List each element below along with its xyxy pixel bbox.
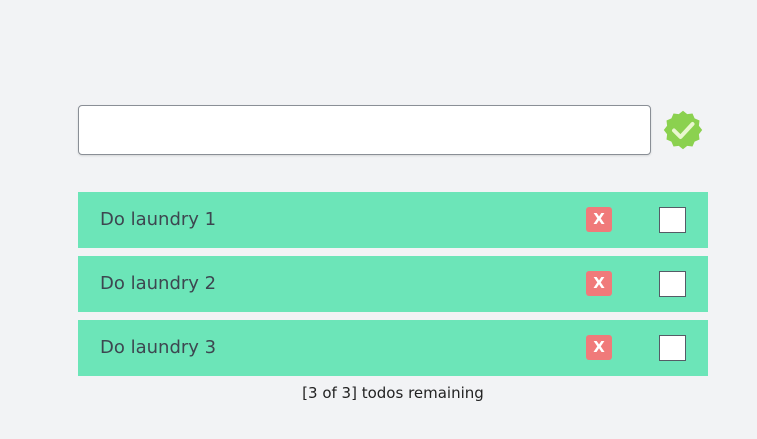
new-todo-row (78, 105, 708, 155)
todo-label: Do laundry 1 (100, 209, 217, 230)
todo-item: Do laundry 1 X (78, 192, 708, 248)
todo-list: Do laundry 1 X Do laundry 2 X Do laundry… (78, 192, 708, 384)
done-checkbox[interactable] (659, 271, 686, 297)
add-todo-button[interactable] (660, 107, 706, 153)
todo-item: Do laundry 3 X (78, 320, 708, 376)
delete-todo-button[interactable]: X (586, 335, 612, 360)
delete-todo-button[interactable]: X (586, 207, 612, 232)
check-badge-icon (663, 110, 703, 150)
done-checkbox[interactable] (659, 207, 686, 233)
todos-remaining-count: [3 of 3] todos remaining (302, 384, 484, 402)
todo-label: Do laundry 3 (100, 337, 217, 358)
delete-todo-button[interactable]: X (586, 271, 612, 296)
todo-label: Do laundry 2 (100, 273, 217, 294)
todo-item: Do laundry 2 X (78, 256, 708, 312)
new-todo-input[interactable] (78, 105, 651, 155)
done-checkbox[interactable] (659, 335, 686, 361)
